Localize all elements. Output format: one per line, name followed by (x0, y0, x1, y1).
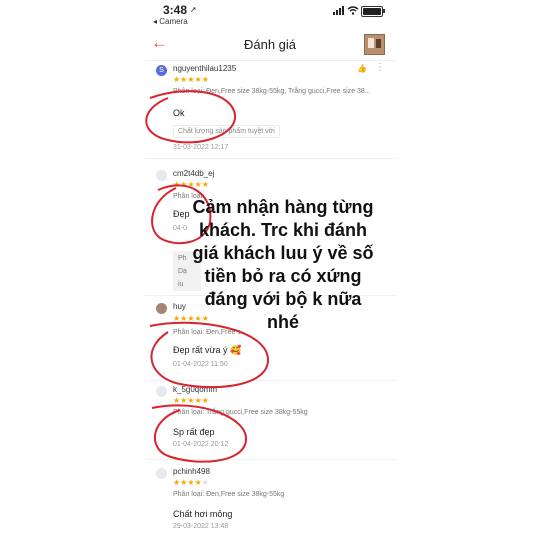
annotation-circle (145, 90, 237, 144)
overlay-caption: Cảm nhận hàng từng khách. Trc khi đánh g… (192, 197, 374, 332)
annotation-circle (151, 404, 248, 463)
